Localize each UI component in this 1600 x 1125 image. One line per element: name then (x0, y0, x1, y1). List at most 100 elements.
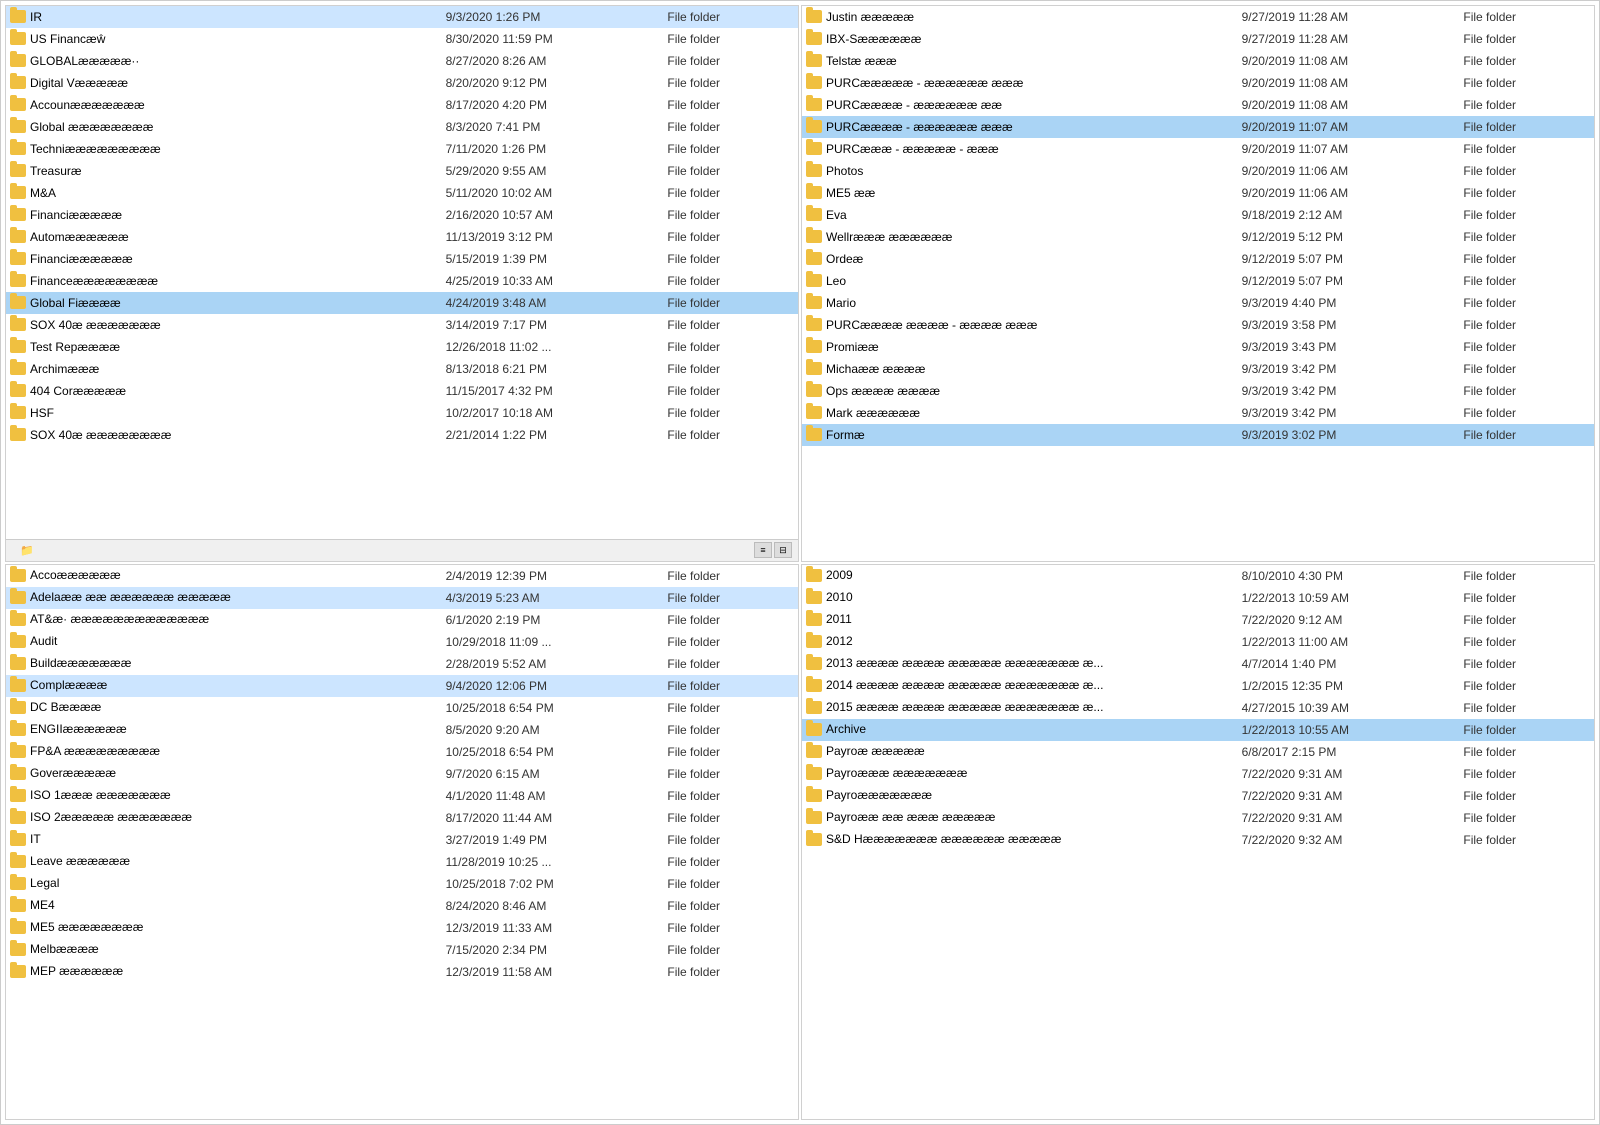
list-item[interactable]: HSF10/2/2017 10:18 AMFile folder (6, 402, 798, 424)
list-item[interactable]: Techniæææææææææ7/11/2020 1:26 PMFile fol… (6, 138, 798, 160)
list-item[interactable]: 20101/22/2013 10:59 AMFile folder (802, 587, 1594, 609)
list-item[interactable]: Eva9/18/2019 2:12 AMFile folder (802, 204, 1594, 226)
folder-icon (10, 186, 26, 199)
item-date: 9/3/2020 1:26 PM (442, 6, 664, 28)
list-item[interactable]: ENGIIææææææ8/5/2020 9:20 AMFile folder (6, 719, 798, 741)
list-item[interactable]: GLOBALæææææ··8/27/2020 8:26 AMFile folde… (6, 50, 798, 72)
list-item[interactable]: Mario9/3/2019 4:40 PMFile folder (802, 292, 1594, 314)
list-item[interactable]: Justin æææææ9/27/2019 11:28 AMFile folde… (802, 6, 1594, 28)
list-item[interactable]: Payroæææ æææææææ7/22/2020 9:31 AMFile fo… (802, 763, 1594, 785)
list-item[interactable]: Digital Væææææ8/20/2020 9:12 PMFile fold… (6, 72, 798, 94)
list-item[interactable]: 20098/10/2010 4:30 PMFile folder (802, 565, 1594, 587)
list-item[interactable]: Financiæææææ2/16/2020 10:57 AMFile folde… (6, 204, 798, 226)
pane-top-left-inner[interactable]: IR9/3/2020 1:26 PMFile folderUS Financæŵ… (6, 6, 798, 539)
list-item[interactable]: Financiææææææ5/15/2019 1:39 PMFile folde… (6, 248, 798, 270)
list-item[interactable]: SOX 40æ æææææææ3/14/2019 7:17 PMFile fol… (6, 314, 798, 336)
item-type: File folder (1459, 697, 1594, 719)
list-item[interactable]: ME5 ææ9/20/2019 11:06 AMFile folder (802, 182, 1594, 204)
list-item[interactable]: Photos9/20/2019 11:06 AMFile folder (802, 160, 1594, 182)
list-item[interactable]: DC Bææææ10/25/2018 6:54 PMFile folder (6, 697, 798, 719)
list-item[interactable]: Adelaææ ææ ææææææ æææææ4/3/2019 5:23 AMF… (6, 587, 798, 609)
detail-view-button[interactable]: ⊟ (774, 542, 792, 558)
list-item[interactable]: PURCææææ ææææ - ææææ æææ9/3/2019 3:58 PM… (802, 314, 1594, 336)
item-date: 8/13/2018 6:21 PM (442, 358, 664, 380)
item-name: 2015 ææææ ææææ æææææ æææææææ æ... (826, 700, 1103, 714)
list-item[interactable]: SOX 40æ ææææææææ2/21/2014 1:22 PMFile fo… (6, 424, 798, 446)
item-type: File folder (663, 565, 798, 587)
list-item[interactable]: PURCææææ - ææææææ æææ9/20/2019 11:07 AMF… (802, 116, 1594, 138)
list-item[interactable]: Payroæææææææ7/22/2020 9:31 AMFile folder (802, 785, 1594, 807)
list-item[interactable]: Archive1/22/2013 10:55 AMFile folder (802, 719, 1594, 741)
list-item[interactable]: 20121/22/2013 11:00 AMFile folder (802, 631, 1594, 653)
pane-top-right-inner[interactable]: Justin æææææ9/27/2019 11:28 AMFile folde… (802, 6, 1594, 561)
list-item[interactable]: Test Repææææ12/26/2018 11:02 ...File fol… (6, 336, 798, 358)
list-item[interactable]: Accounæææææææ8/17/2020 4:20 PMFile folde… (6, 94, 798, 116)
folder-icon (806, 186, 822, 199)
list-item[interactable]: M&A5/11/2020 10:02 AMFile folder (6, 182, 798, 204)
list-item[interactable]: Telstæ æææ9/20/2019 11:08 AMFile folder (802, 50, 1594, 72)
list-item[interactable]: AT&æ· æææææææææææææ6/1/2020 2:19 PMFile … (6, 609, 798, 631)
list-item[interactable]: Global ææææææææ8/3/2020 7:41 PMFile fold… (6, 116, 798, 138)
folder-icon (806, 318, 822, 331)
list-item[interactable]: Leo9/12/2019 5:07 PMFile folder (802, 270, 1594, 292)
list-item[interactable]: 2013 ææææ ææææ æææææ æææææææ æ...4/7/201… (802, 653, 1594, 675)
list-item[interactable]: Legal10/25/2018 7:02 PMFile folder (6, 873, 798, 895)
list-item[interactable]: Treasuræ5/29/2020 9:55 AMFile folder (6, 160, 798, 182)
pane-bottom-right-inner[interactable]: 20098/10/2010 4:30 PMFile folder20101/22… (802, 565, 1594, 1120)
list-item[interactable]: US Financæŵ8/30/2020 11:59 PMFile folder (6, 28, 798, 50)
list-item[interactable]: Archimæææ8/13/2018 6:21 PMFile folder (6, 358, 798, 380)
list-item[interactable]: IBX-Sææææææ9/27/2019 11:28 AMFile folder (802, 28, 1594, 50)
list-item[interactable]: Complææææ9/4/2020 12:06 PMFile folder (6, 675, 798, 697)
list-item[interactable]: Financeææææææææ4/25/2019 10:33 AMFile fo… (6, 270, 798, 292)
item-name: SOX 40æ ææææææææ (30, 428, 171, 442)
list-item[interactable]: 404 Coræææææ11/15/2017 4:32 PMFile folde… (6, 380, 798, 402)
list-item[interactable]: 20117/22/2020 9:12 AMFile folder (802, 609, 1594, 631)
item-date: 10/29/2018 11:09 ... (442, 631, 664, 653)
list-item[interactable]: Mark ææææææ9/3/2019 3:42 PMFile folder (802, 402, 1594, 424)
list-item[interactable]: FP&A æææææææææ10/25/2018 6:54 PMFile fol… (6, 741, 798, 763)
list-item[interactable]: Audit10/29/2018 11:09 ...File folder (6, 631, 798, 653)
folder-icon (10, 789, 26, 802)
list-item[interactable]: Payroææ ææ æææ æææææ7/22/2020 9:31 AMFil… (802, 807, 1594, 829)
list-item[interactable]: Goveræææææ9/7/2020 6:15 AMFile folder (6, 763, 798, 785)
list-item[interactable]: Ops ææææ ææææ9/3/2019 3:42 PMFile folder (802, 380, 1594, 402)
list-item[interactable]: Melbææææ7/15/2020 2:34 PMFile folder (6, 939, 798, 961)
list-item[interactable]: PURCæææ - æææææ - æææ9/20/2019 11:07 AMF… (802, 138, 1594, 160)
list-item[interactable]: Wellræææ ææææææ9/12/2019 5:12 PMFile fol… (802, 226, 1594, 248)
list-item[interactable]: Global Fiææææ4/24/2019 3:48 AMFile folde… (6, 292, 798, 314)
list-item[interactable]: 2014 ææææ ææææ æææææ æææææææ æ...1/2/201… (802, 675, 1594, 697)
list-item[interactable]: Buildæææææææ2/28/2019 5:52 AMFile folder (6, 653, 798, 675)
list-item[interactable]: ISO 1æææ æææææææ4/1/2020 11:48 AMFile fo… (6, 785, 798, 807)
list-item[interactable]: Automææææææ11/13/2019 3:12 PMFile folder (6, 226, 798, 248)
list-item[interactable]: Michaææ ææææ9/3/2019 3:42 PMFile folder (802, 358, 1594, 380)
item-name: Justin æææææ (826, 10, 914, 24)
list-item[interactable]: ISO 2æææææ æææææææ8/17/2020 11:44 AMFile… (6, 807, 798, 829)
pane-bottom-left-inner[interactable]: Accoææææææ2/4/2019 12:39 PMFile folderAd… (6, 565, 798, 1120)
list-item[interactable]: S&D Hæææææææ ææææææ æææææ7/22/2020 9:32 … (802, 829, 1594, 851)
pane-bottom-right: 20098/10/2010 4:30 PMFile folder20101/22… (801, 564, 1595, 1121)
item-date: 8/3/2020 7:41 PM (442, 116, 664, 138)
list-item[interactable]: Accoææææææ2/4/2019 12:39 PMFile folder (6, 565, 798, 587)
folder-icon (10, 274, 26, 287)
item-date: 10/2/2017 10:18 AM (442, 402, 664, 424)
list-item[interactable]: PURCææææ - ææææææ ææ9/20/2019 11:08 AMFi… (802, 94, 1594, 116)
item-date: 2/21/2014 1:22 PM (442, 424, 664, 446)
list-item[interactable]: ME48/24/2020 8:46 AMFile folder (6, 895, 798, 917)
list-item[interactable]: Ordeæ9/12/2019 5:07 PMFile folder (802, 248, 1594, 270)
list-item[interactable]: PURCæææææ - ææææææ æææ9/20/2019 11:08 AM… (802, 72, 1594, 94)
item-type: File folder (1459, 336, 1594, 358)
list-view-button[interactable]: ≡ (754, 542, 772, 558)
list-item[interactable]: Payroæ æææææ6/8/2017 2:15 PMFile folder (802, 741, 1594, 763)
list-item[interactable]: IT3/27/2019 1:49 PMFile folder (6, 829, 798, 851)
item-type: File folder (1459, 138, 1594, 160)
folder-icon (10, 428, 26, 441)
list-item[interactable]: ME5 ææææææææ12/3/2019 11:33 AMFile folde… (6, 917, 798, 939)
list-item[interactable]: 2015 ææææ ææææ æææææ æææææææ æ...4/27/20… (802, 697, 1594, 719)
item-type: File folder (663, 380, 798, 402)
list-item[interactable]: IR9/3/2020 1:26 PMFile folder (6, 6, 798, 28)
list-item[interactable]: Formæ9/3/2019 3:02 PMFile folder (802, 424, 1594, 446)
list-item[interactable]: MEP ææææææ12/3/2019 11:58 AMFile folder (6, 961, 798, 983)
list-item[interactable]: Leave ææææææ11/28/2019 10:25 ...File fol… (6, 851, 798, 873)
item-date: 3/27/2019 1:49 PM (442, 829, 664, 851)
list-item[interactable]: Promiææ9/3/2019 3:43 PMFile folder (802, 336, 1594, 358)
